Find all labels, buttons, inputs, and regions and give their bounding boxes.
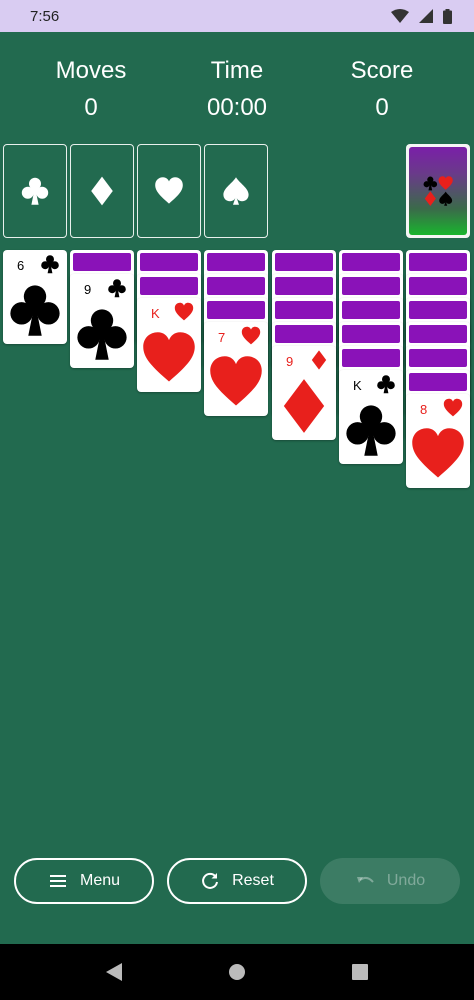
moves-value: 0 <box>84 94 98 121</box>
signal-icon <box>419 9 433 23</box>
card-back-pattern <box>342 253 400 271</box>
undo-button[interactable]: Undo <box>320 858 460 904</box>
card-back-pattern <box>275 301 333 319</box>
card-back-pattern <box>207 277 265 295</box>
status-time: 7:56 <box>30 7 60 25</box>
club-icon <box>377 375 395 394</box>
moves-stat: Moves 0 <box>21 56 161 124</box>
card-back-pattern <box>275 277 333 295</box>
foundation-clubs[interactable] <box>3 144 67 238</box>
navigation-bar <box>0 944 474 1000</box>
undo-icon <box>356 876 374 883</box>
time-label: Time <box>210 57 264 84</box>
card-rank: K <box>151 306 160 321</box>
club-icon <box>77 309 127 360</box>
reset-button-label: Reset <box>232 872 274 889</box>
diamond-icon <box>311 350 327 370</box>
score-value: 0 <box>375 94 389 121</box>
moves-label: Moves <box>55 57 127 84</box>
game-table: Moves 0 Time 00:00 Score 0 6 9 K 7 9 K 8… <box>0 32 474 944</box>
card-back-pattern <box>73 253 131 271</box>
menu-icon <box>49 875 66 887</box>
score-stat: Score 0 <box>312 56 452 124</box>
card-back-pattern <box>342 349 400 367</box>
diamond-icon <box>283 379 325 433</box>
diamond-icon <box>91 176 113 206</box>
heart-icon <box>155 177 183 204</box>
card-back-pattern <box>409 349 467 367</box>
card-back-pattern <box>140 277 198 295</box>
wifi-icon <box>391 9 409 23</box>
four-suits-icon <box>423 176 453 207</box>
heart-icon <box>241 326 261 345</box>
undo-button-label: Undo <box>386 872 426 889</box>
card-back-pattern <box>342 325 400 343</box>
card-back-pattern <box>207 301 265 319</box>
card-rank: 8 <box>420 402 428 417</box>
card-back-pattern <box>342 301 400 319</box>
card-back-pattern <box>409 301 467 319</box>
card-back-pattern <box>140 253 198 271</box>
time-value: 00:00 <box>206 94 268 121</box>
card-back-pattern <box>275 253 333 271</box>
card-back-pattern <box>409 277 467 295</box>
stock-card-back <box>409 147 467 235</box>
card-rank: 7 <box>218 330 226 345</box>
menu-button-label: Menu <box>79 872 121 889</box>
card-back-pattern <box>342 277 400 295</box>
battery-icon <box>443 8 452 24</box>
card-K-clubs[interactable]: K <box>339 370 403 464</box>
card-rank: 6 <box>17 258 25 273</box>
home-icon[interactable] <box>228 963 246 981</box>
card-K-hearts[interactable]: K <box>137 298 201 392</box>
card-rank: K <box>353 378 362 393</box>
club-icon <box>108 279 126 298</box>
card-back-pattern <box>409 325 467 343</box>
card-rank: 9 <box>84 282 92 297</box>
spade-icon <box>223 177 249 205</box>
foundation-spades[interactable] <box>204 144 268 238</box>
recents-icon[interactable] <box>352 964 368 980</box>
card-back-pattern <box>275 325 333 343</box>
status-bar: 7:56 <box>0 0 474 32</box>
card-9-clubs[interactable]: 9 <box>70 274 134 368</box>
card-back-pattern <box>409 253 467 271</box>
menu-button[interactable]: Menu <box>14 858 154 904</box>
card-7-hearts[interactable]: 7 <box>204 322 268 416</box>
heart-icon <box>174 302 194 321</box>
card-back-pattern <box>207 253 265 271</box>
card-back-pattern <box>409 373 467 391</box>
reset-button[interactable]: Reset <box>167 858 307 904</box>
status-icons <box>391 8 452 24</box>
heart-icon <box>143 332 195 382</box>
stock-pile[interactable] <box>406 144 470 238</box>
heart-icon <box>443 398 463 417</box>
foundation-hearts[interactable] <box>137 144 201 238</box>
back-icon[interactable] <box>106 963 122 981</box>
club-icon <box>10 285 60 336</box>
club-icon <box>346 405 396 456</box>
card-8-hearts[interactable]: 8 <box>406 394 470 488</box>
club-icon <box>21 177 49 205</box>
foundation-diamonds[interactable] <box>70 144 134 238</box>
card-rank: 9 <box>286 354 294 369</box>
heart-icon <box>210 356 262 406</box>
time-stat: Time 00:00 <box>167 56 307 124</box>
club-icon <box>41 255 59 274</box>
heart-icon <box>412 428 464 478</box>
refresh-icon <box>202 872 219 889</box>
card-9-diamonds[interactable]: 9 <box>272 346 336 440</box>
score-label: Score <box>350 57 414 84</box>
card-6-clubs[interactable]: 6 <box>3 250 67 344</box>
stats-bar: Moves 0 Time 00:00 Score 0 <box>0 56 474 126</box>
